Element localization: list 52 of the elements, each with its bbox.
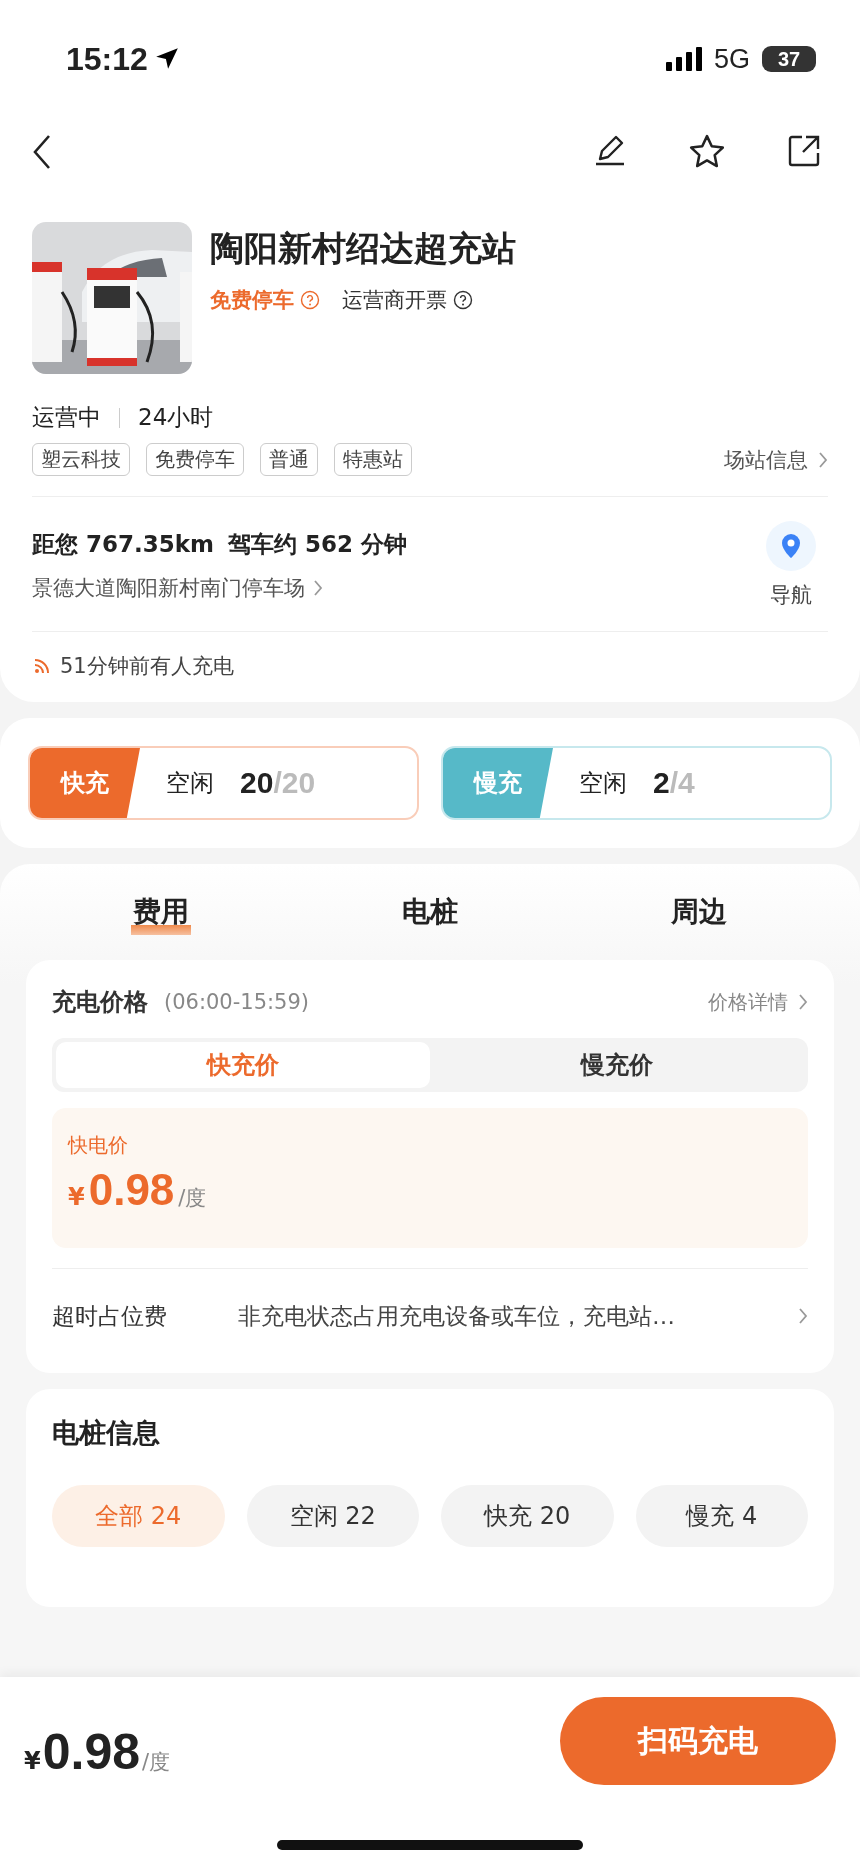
station-tag: 特惠站 [334,443,412,476]
signal-icon [665,47,702,71]
price-title: 充电价格 [52,987,148,1018]
filter-chip[interactable]: 空闲 22 [246,1485,419,1547]
location-pin-icon [781,533,801,559]
station-tag: 普通 [260,443,318,476]
tab[interactable]: 周边 [669,889,730,935]
availability-label: 空闲 [579,768,627,799]
price-label: 快电价 [68,1132,129,1159]
back-icon[interactable] [32,134,52,170]
recent-charge-text: 51分钟前有人充电 [60,653,234,680]
currency-symbol: ¥ [24,1747,41,1775]
price-unit: /度 [178,1185,207,1212]
station-feature-label: 免费停车 [210,287,294,314]
network-label: 5G [713,43,750,75]
overtime-fee-text: 非充电状态占用充电设备或车位，充电站… [238,1301,676,1331]
operating-status: 运营中 [32,403,101,432]
opening-hours: 24小时 [138,403,214,432]
address-link[interactable]: 景德大道陶阳新村南门停车场 [32,573,305,602]
signal-waves-icon [32,656,52,676]
price-amount: 0.98 [42,1723,141,1781]
share-icon[interactable] [786,133,822,169]
station-tag: 塑云科技 [32,443,130,476]
station-info-link[interactable]: 场站信息 [724,445,808,474]
distance-text: 距您 767.35km [32,529,215,559]
chevron-right-icon [798,993,808,1011]
filter-chip[interactable]: 慢充 4 [635,1485,808,1547]
overtime-fee-label: 超时占位费 [52,1301,168,1331]
station-tag: 免费停车 [146,443,244,476]
chevron-right-icon [313,578,323,597]
tab[interactable]: 电桩 [400,889,460,935]
availability-count: 2/4 [653,766,695,800]
price-mode-tab[interactable]: 慢充价 [430,1042,804,1088]
chevron-right-icon [798,1307,808,1325]
price-details-link[interactable]: 价格详情 [708,988,788,1016]
price-unit: /度 [142,1749,171,1776]
station-feature-label: 运营商开票 [342,287,447,314]
currency-symbol: ¥ [68,1183,85,1211]
station-name: 陶阳新村绍达超充站 [210,227,516,270]
status-time: 15:12 [66,40,148,78]
availability-count: 20/20 [240,766,316,800]
help-icon[interactable] [453,290,473,310]
drive-time-text: 驾车约 562 分钟 [228,529,408,559]
chevron-right-icon [818,450,828,469]
price-period: (06:00-15:59) [164,990,309,1014]
charger-type-badge: 快充 [30,748,140,818]
filter-chip[interactable]: 快充 20 [441,1485,614,1547]
charger-type-badge: 慢充 [443,748,553,818]
price-amount: 0.98 [88,1165,175,1215]
availability-label: 空闲 [166,768,214,799]
pile-info-title: 电桩信息 [52,1416,161,1450]
battery-icon: 37 [762,46,816,72]
